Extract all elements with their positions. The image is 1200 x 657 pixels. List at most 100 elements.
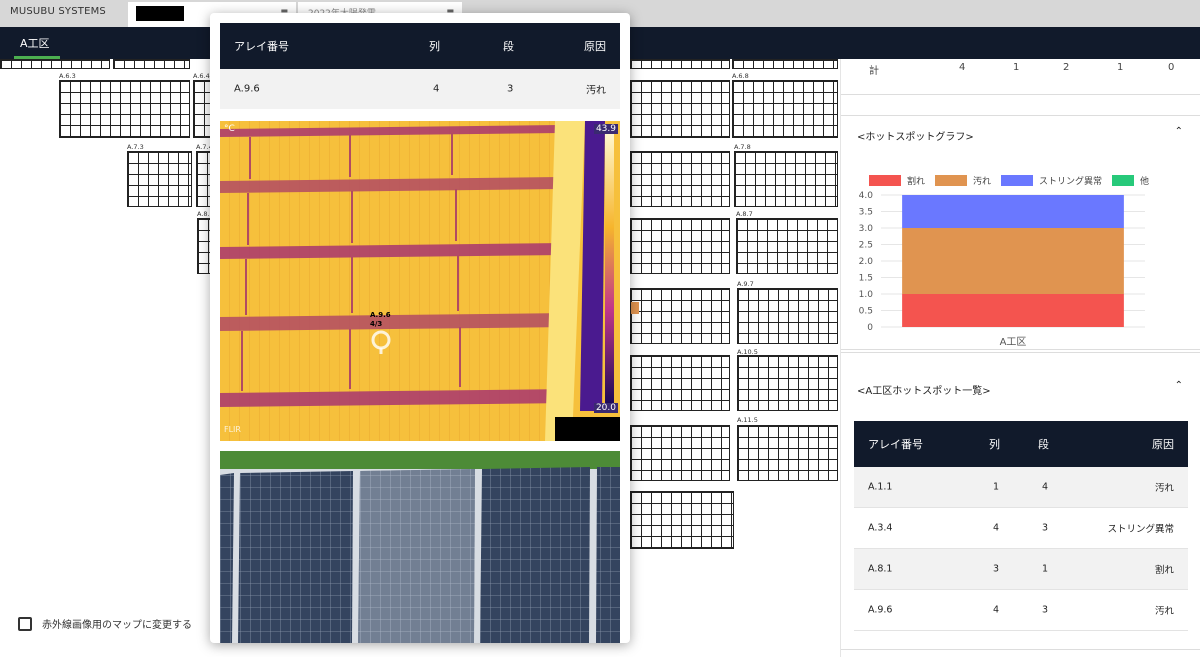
summary-value: 1	[1117, 62, 1124, 73]
legend-label: ストリング異常	[1039, 177, 1103, 187]
redacted-box	[555, 417, 620, 441]
table-row[interactable]: A.8.1 3 1 割れ	[854, 549, 1188, 590]
cell-col: 1	[993, 481, 1000, 493]
array-label: A.7.3	[127, 143, 144, 151]
header-col: 列	[429, 40, 440, 53]
cell-row: 1	[1042, 563, 1049, 575]
bar-segment[interactable]	[902, 294, 1124, 327]
header-row: 段	[503, 40, 514, 53]
array-block[interactable]	[59, 80, 190, 138]
array-block[interactable]	[630, 151, 730, 207]
cell-col: 4	[433, 83, 440, 95]
array-block[interactable]	[196, 151, 211, 207]
visible-photo	[220, 451, 620, 643]
legend-item[interactable]: 他	[1112, 174, 1149, 187]
header-cause: 原因	[1152, 438, 1174, 451]
y-tick-label: 3.5	[859, 208, 873, 218]
cell-array: A.9.6	[234, 83, 260, 95]
cell-array: A.9.6	[868, 604, 893, 616]
cell-cause: 汚れ	[1154, 483, 1174, 494]
legend-swatch	[1112, 175, 1135, 186]
array-block[interactable]	[197, 218, 211, 274]
ir-map-toggle[interactable]: 赤外線画像用のマップに変更する	[18, 616, 192, 631]
hotspot-stacked-bar-chart: 0 0.5 1.0 1.5 2.0 2.5 3.0 3.5 4.0 A工区	[859, 191, 1145, 348]
ir-map-toggle-label: 赤外線画像用のマップに変更する	[42, 620, 192, 631]
header-array: アレイ番号	[868, 438, 923, 451]
cell-row: 4	[1042, 481, 1049, 493]
visible-photo-graphic	[220, 451, 620, 643]
y-tick-label: 2.5	[859, 241, 873, 251]
array-block[interactable]	[630, 59, 730, 69]
redacted-value	[136, 6, 184, 21]
summary-label: 計	[869, 66, 879, 77]
y-tick-label: 1.5	[859, 274, 873, 284]
hotspot-graph-card: <ホットスポットグラフ> ⌃ 割れ 汚れ ストリング異常 他 0 0.5 1.0 1.…	[841, 115, 1200, 350]
brand-name: MUSUBU SYSTEMS	[10, 6, 106, 17]
legend-swatch	[869, 175, 901, 186]
cell-col: 3	[993, 563, 1000, 575]
array-label: A.6.8	[732, 72, 749, 80]
legend-label: 汚れ	[973, 177, 992, 187]
bar-segment[interactable]	[902, 195, 1124, 228]
collapse-chevron-icon[interactable]: ⌃	[1175, 126, 1183, 137]
header-row: 段	[1038, 438, 1049, 451]
array-block[interactable]	[113, 59, 190, 69]
cell-col: 4	[993, 604, 1000, 616]
array-block[interactable]	[630, 218, 730, 274]
cell-row: 3	[1042, 604, 1049, 616]
cell-cause: 汚れ	[1154, 606, 1174, 617]
table-row[interactable]: A.9.6 4 3 汚れ	[854, 590, 1188, 631]
ir-map-checkbox[interactable]	[18, 616, 32, 631]
array-label: A.8.7	[736, 210, 753, 218]
array-block[interactable]	[630, 288, 730, 344]
detail-table-header: アレイ番号 列 段 原因	[220, 23, 620, 69]
legend-item[interactable]: 汚れ	[935, 174, 991, 187]
cell-cause: ストリング異常	[1107, 524, 1174, 535]
array-block[interactable]	[193, 80, 211, 138]
cell-array: A.8.1	[868, 563, 893, 575]
hotspot-list-table: アレイ番号 列 段 原因 A.1.1 1 4 汚れ A.3.4 4 3 ストリン…	[854, 421, 1188, 631]
camera-logo: FLIR	[224, 425, 241, 434]
legend-item[interactable]: ストリング異常	[1001, 174, 1102, 187]
y-tick-label: 4.0	[859, 191, 874, 201]
hotspot-marker[interactable]	[631, 302, 639, 314]
bar-segment[interactable]	[902, 228, 1124, 294]
cell-cause: 汚れ	[586, 85, 606, 97]
hotspot-marker-pos: 4/3	[370, 320, 383, 328]
cell-array: A.1.1	[868, 481, 893, 493]
legend-swatch	[935, 175, 968, 186]
table-row[interactable]: A.3.4 4 3 ストリング異常	[854, 508, 1188, 549]
array-label: A.6.3	[59, 72, 76, 80]
cell-row: 3	[507, 83, 514, 95]
array-block[interactable]	[734, 151, 838, 207]
header-col: 列	[989, 438, 1000, 451]
array-block[interactable]	[630, 355, 730, 411]
array-block[interactable]	[630, 491, 734, 549]
y-tick-label: 2.0	[859, 257, 874, 267]
cell-cause: 割れ	[1154, 565, 1174, 576]
array-block[interactable]	[737, 288, 838, 344]
collapse-chevron-icon[interactable]: ⌃	[1175, 380, 1183, 391]
header-cause: 原因	[584, 40, 606, 53]
array-block[interactable]	[630, 80, 730, 138]
array-block[interactable]	[736, 218, 838, 274]
thermal-image-graphic	[220, 121, 620, 441]
tab-a-section[interactable]: A工区	[20, 35, 50, 51]
hotspot-marker-id: A.9.6	[370, 311, 391, 319]
table-row[interactable]: A.1.1 1 4 汚れ	[854, 467, 1188, 508]
legend-swatch	[1001, 175, 1034, 186]
array-block[interactable]	[732, 80, 838, 138]
array-label: A.11.5	[737, 416, 758, 424]
list-card-title: <A工区ホットスポット一覧>	[857, 386, 991, 397]
chart-legend: 割れ 汚れ ストリング異常 他	[869, 174, 1149, 187]
thermal-image: °C 43.9 20.0 A.9.6 4/3 FLIR	[220, 121, 620, 441]
array-block[interactable]	[0, 59, 110, 69]
array-label: A.6.4	[193, 72, 210, 80]
array-block[interactable]	[630, 425, 730, 481]
array-block[interactable]	[737, 355, 838, 411]
array-block[interactable]	[127, 151, 192, 207]
array-block[interactable]	[737, 425, 838, 481]
legend-item[interactable]: 割れ	[869, 174, 925, 187]
array-block[interactable]	[732, 59, 838, 69]
cell-col: 4	[993, 522, 1000, 534]
